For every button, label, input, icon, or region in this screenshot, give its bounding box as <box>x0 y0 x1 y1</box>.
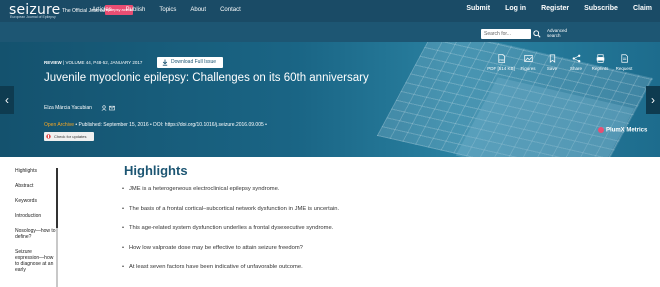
highlights-heading: Highlights <box>124 163 188 178</box>
plumx-label: PlumX Metrics <box>606 127 648 134</box>
request-button[interactable]: Request <box>612 54 636 71</box>
highlight-item: The basis of a frontal cortical–subcorti… <box>122 206 339 226</box>
svg-text:PDF: PDF <box>499 60 504 62</box>
highlights-list: JME is a heterogeneous electroclinical e… <box>122 186 339 284</box>
article-type: REVIEW <box>44 60 62 65</box>
reprints-button[interactable]: Reprints <box>588 54 612 71</box>
article-title: Juvenile myoclonic epilepsy: Challenges … <box>44 72 369 84</box>
share-label: Share <box>569 66 582 71</box>
crossmark-icon <box>46 134 51 139</box>
save-button[interactable]: Save <box>540 54 564 71</box>
nav-publish[interactable]: Publish <box>126 7 146 13</box>
search-input[interactable]: Search for... <box>481 29 531 39</box>
email-icon[interactable] <box>109 105 115 111</box>
pdf-icon: PDF <box>497 54 505 63</box>
claim-link[interactable]: Claim <box>633 5 652 12</box>
volume-info[interactable]: | VOLUME 44, P48-52, JANUARY 2017 <box>63 60 142 65</box>
nav-topics[interactable]: Topics <box>159 7 176 13</box>
nav-about[interactable]: About <box>190 7 206 13</box>
request-icon <box>620 54 628 63</box>
pdf-label: PDF [514 KB] <box>487 66 515 71</box>
article-type-line: REVIEW | VOLUME 44, P48-52, JANUARY 2017 <box>44 60 142 65</box>
nav-contact[interactable]: Contact <box>220 7 241 13</box>
logo-subtitle: European Journal of Epilepsy <box>10 15 56 19</box>
check-for-updates-button[interactable]: Check for updates <box>44 132 94 141</box>
advanced-search-link[interactable]: Advanced search <box>547 28 569 38</box>
sidebar-item-keywords[interactable]: Keywords <box>15 198 57 204</box>
sidebar-scrollbar-thumb[interactable] <box>56 168 58 228</box>
person-icon[interactable] <box>101 105 107 111</box>
next-article-arrow[interactable]: › <box>646 86 660 114</box>
submit-link[interactable]: Submit <box>466 5 490 12</box>
pdf-button[interactable]: PDF PDF [514 KB] <box>486 54 516 71</box>
download-icon <box>162 59 168 66</box>
top-nav: Submit Log in Register Subscribe Claim <box>466 5 652 12</box>
sidebar-item-abstract[interactable]: Abstract <box>15 183 57 189</box>
login-link[interactable]: Log in <box>505 5 526 12</box>
subscribe-link[interactable]: Subscribe <box>584 5 618 12</box>
subnav-links: Articles Publish Topics About Contact <box>92 7 241 13</box>
share-button[interactable]: Share <box>564 54 588 71</box>
highlight-item: At least seven factors have been indicat… <box>122 264 339 284</box>
plumx-metrics-link[interactable]: PlumX Metrics <box>598 127 647 134</box>
nav-articles[interactable]: Articles <box>92 7 112 13</box>
publication-meta: Open Archive • Published: September 15, … <box>44 122 267 128</box>
reprints-icon <box>596 54 604 63</box>
request-label: Request <box>615 66 633 71</box>
search-icon[interactable] <box>533 30 541 38</box>
sidebar-item-seizure-expression[interactable]: Seizure expression—how to diagnose at an… <box>15 249 57 273</box>
save-icon <box>549 54 555 63</box>
article-tools: PDF PDF [514 KB] Figures Save Share Repr… <box>486 54 636 71</box>
figures-label: Figures <box>520 66 536 71</box>
register-link[interactable]: Register <box>541 5 569 12</box>
sidebar-item-nosology[interactable]: Nosology—how to define? <box>15 228 57 240</box>
sidebar-item-highlights[interactable]: Highlights <box>15 168 57 174</box>
plumx-icon <box>598 127 604 133</box>
sidebar-item-introduction[interactable]: Introduction <box>15 213 57 219</box>
author-name[interactable]: Elza Márcia Yacubian <box>44 105 92 111</box>
previous-article-arrow[interactable]: ‹ <box>0 86 14 114</box>
share-icon <box>572 54 580 63</box>
open-archive-label: Open Archive <box>44 122 75 128</box>
reprints-label: Reprints <box>591 66 609 71</box>
figures-icon <box>523 54 533 63</box>
save-label: Save <box>546 66 558 71</box>
article-outline-sidebar: Highlights Abstract Keywords Introductio… <box>15 168 57 282</box>
highlight-item: How low valproate dose may be effective … <box>122 245 339 265</box>
highlight-item: This age-related system dysfunction unde… <box>122 225 339 245</box>
figures-button[interactable]: Figures <box>516 54 540 71</box>
published-doi[interactable]: • Published: September 15, 2016 • DOI: h… <box>75 122 266 128</box>
highlight-item: JME is a heterogeneous electroclinical e… <box>122 186 339 206</box>
